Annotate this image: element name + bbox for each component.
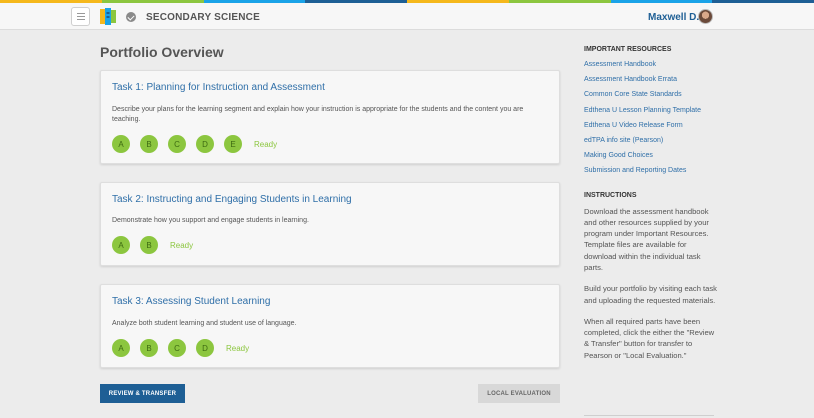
page-title: Portfolio Overview: [100, 44, 224, 60]
resource-link[interactable]: Edthena U Lesson Planning Template: [584, 106, 718, 121]
task-title-link[interactable]: Task 3: Assessing Student Learning: [112, 296, 270, 307]
instructions-text: Download the assessment handbook and oth…: [584, 206, 718, 362]
task-card-1: Task 1: Planning for Instruction and Ass…: [100, 70, 560, 164]
task-description: Demonstrate how you support and engage s…: [112, 217, 309, 224]
part-button[interactable]: D: [196, 339, 214, 357]
program-title: SECONDARY SCIENCE: [146, 12, 260, 23]
resource-link[interactable]: Edthena U Video Release Form: [584, 121, 718, 136]
local-evaluation-button[interactable]: LOCAL EVALUATION: [478, 384, 560, 403]
sidebar-divider: [584, 415, 714, 416]
user-name[interactable]: Maxwell D.: [648, 12, 699, 23]
task-title-link[interactable]: Task 2: Instructing and Engaging Student…: [112, 194, 352, 205]
resources-list: Assessment Handbook Assessment Handbook …: [584, 60, 718, 182]
part-button[interactable]: C: [168, 339, 186, 357]
resource-link[interactable]: Common Core State Standards: [584, 90, 718, 105]
resource-link[interactable]: Assessment Handbook Errata: [584, 75, 718, 90]
book-logo-icon[interactable]: [100, 8, 116, 25]
avatar[interactable]: [698, 9, 713, 24]
part-button[interactable]: E: [224, 135, 242, 153]
instructions-heading: INSTRUCTIONS: [584, 191, 637, 199]
instruction-paragraph: When all required parts have been comple…: [584, 316, 715, 360]
part-button[interactable]: B: [140, 236, 158, 254]
part-button[interactable]: C: [168, 135, 186, 153]
task-description: Analyze both student learning and studen…: [112, 320, 297, 327]
part-button[interactable]: D: [196, 135, 214, 153]
sidebar: IMPORTANT RESOURCES Assessment Handbook …: [584, 46, 718, 371]
app-header: SECONDARY SCIENCE Maxwell D.: [0, 3, 814, 30]
part-button[interactable]: A: [112, 135, 130, 153]
hamburger-icon[interactable]: [71, 7, 90, 26]
status-badge: Ready: [254, 139, 278, 149]
task-parts: A B C D E Ready: [112, 135, 277, 153]
part-button[interactable]: B: [140, 339, 158, 357]
part-button[interactable]: A: [112, 236, 130, 254]
task-parts: A B C D Ready: [112, 339, 249, 357]
part-button[interactable]: B: [140, 135, 158, 153]
check-circle-icon: [126, 12, 136, 22]
task-card-3: Task 3: Assessing Student Learning Analy…: [100, 284, 560, 368]
task-parts: A B Ready: [112, 236, 193, 254]
resources-heading: IMPORTANT RESOURCES: [584, 46, 672, 53]
review-transfer-button[interactable]: REVIEW & TRANSFER: [100, 384, 185, 403]
status-badge: Ready: [226, 343, 250, 353]
instruction-paragraph: Download the assessment handbook and oth…: [584, 206, 709, 272]
task-description: Describe your plans for the learning seg…: [112, 106, 524, 123]
resource-link[interactable]: Submission and Reporting Dates: [584, 166, 718, 181]
part-button[interactable]: A: [112, 339, 130, 357]
resource-link[interactable]: edTPA info site (Pearson): [584, 136, 718, 151]
task-title-link[interactable]: Task 1: Planning for Instruction and Ass…: [112, 82, 325, 93]
resource-link[interactable]: Making Good Choices: [584, 151, 718, 166]
resource-link[interactable]: Assessment Handbook: [584, 60, 718, 75]
instruction-paragraph: Build your portfolio by visiting each ta…: [584, 284, 717, 305]
task-card-2: Task 2: Instructing and Engaging Student…: [100, 182, 560, 266]
status-badge: Ready: [170, 240, 194, 250]
